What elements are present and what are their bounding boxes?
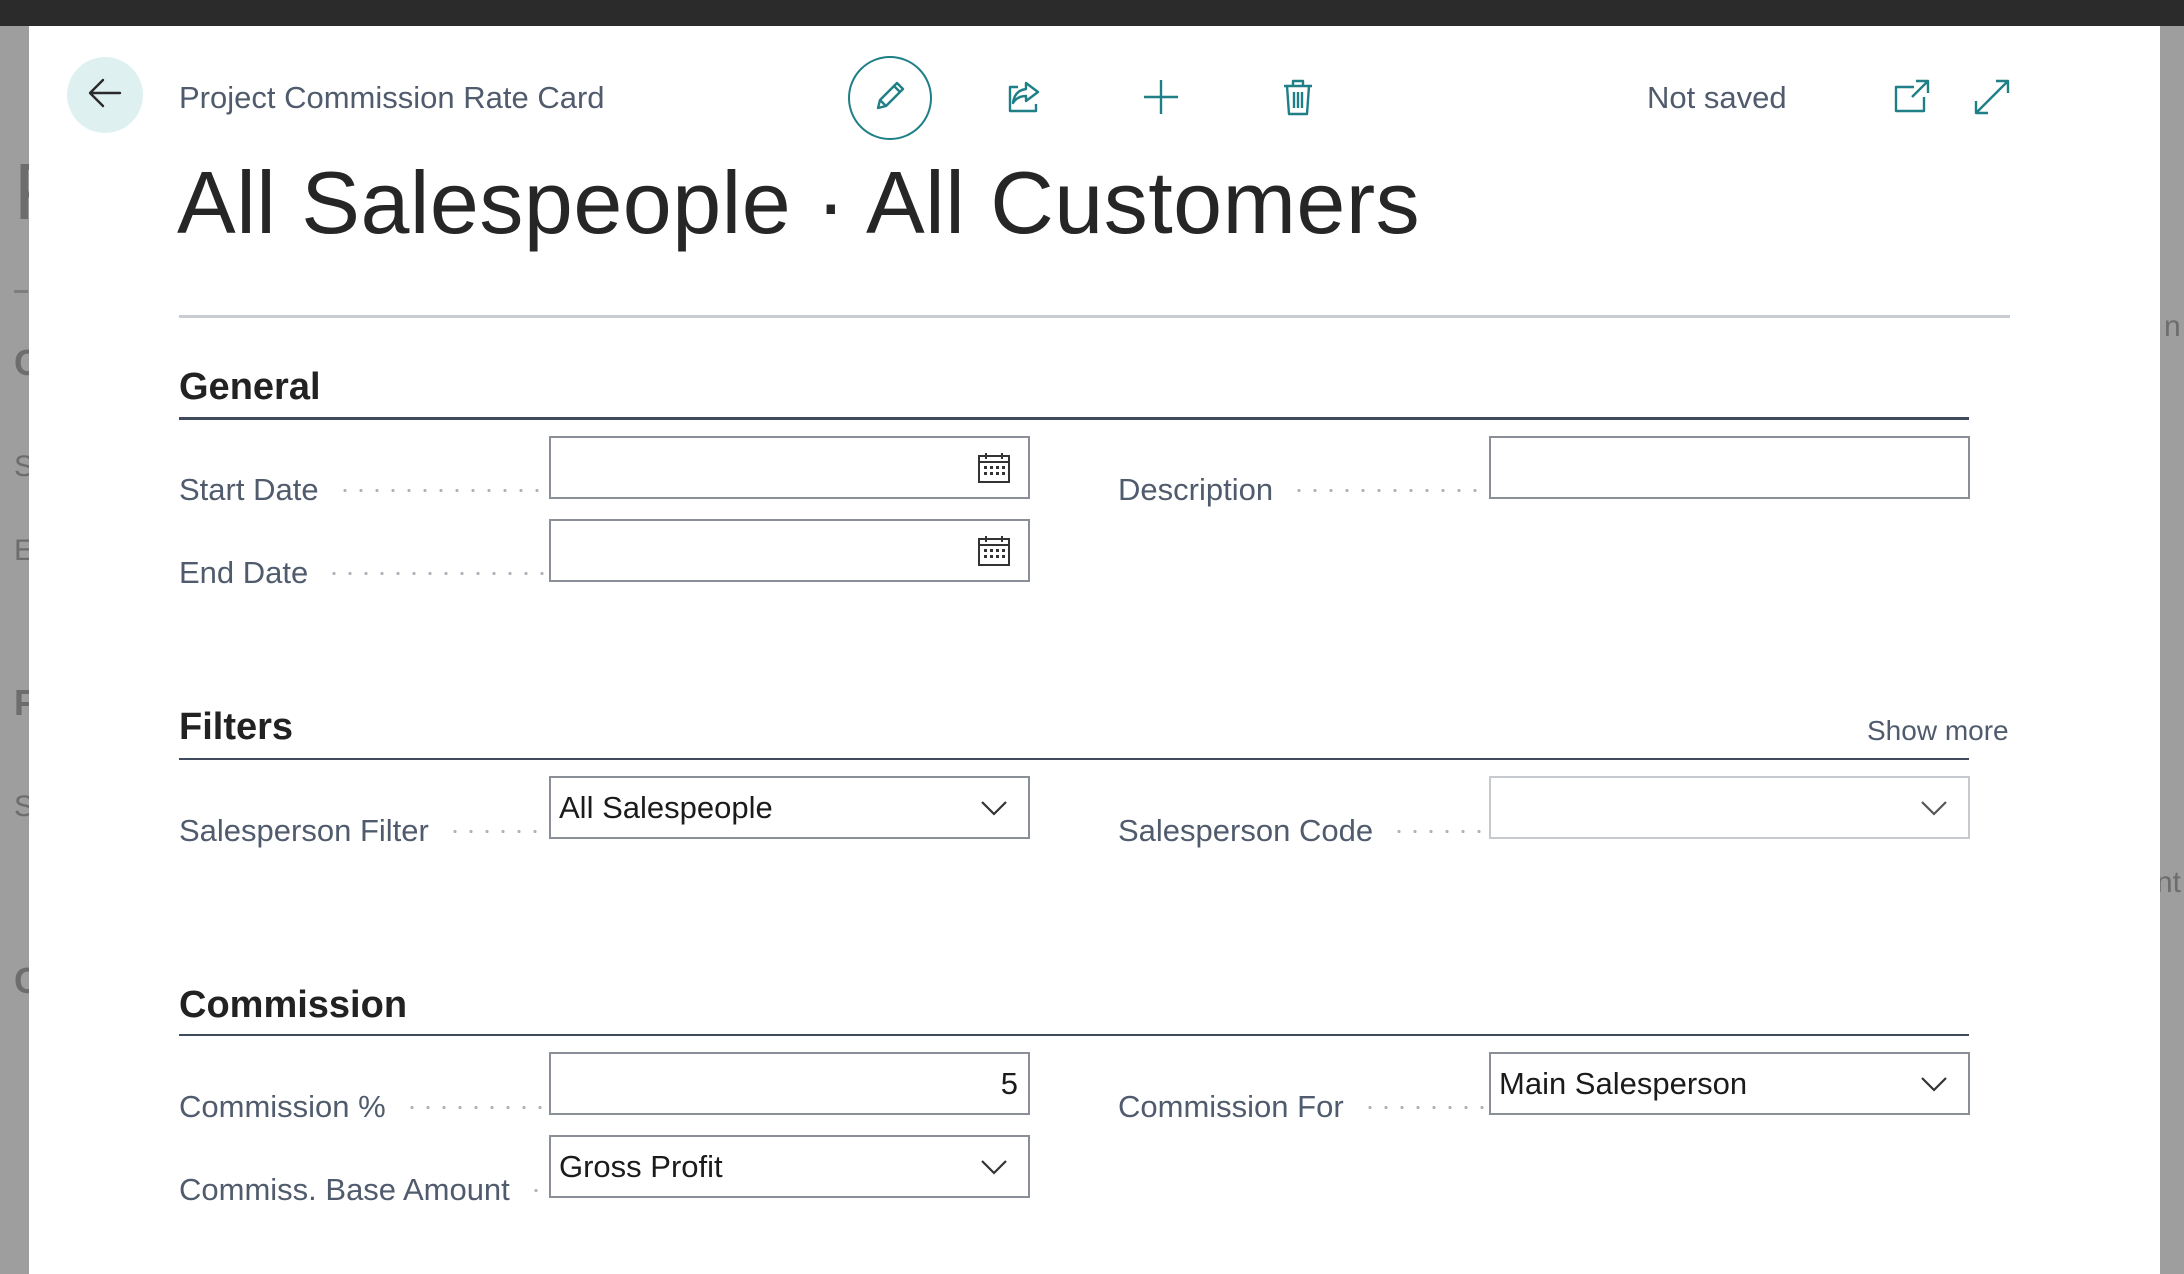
expand-icon (1972, 77, 2012, 122)
open-in-new-window-button[interactable] (1891, 78, 1933, 120)
salesperson-filter-label: Salesperson Filter (179, 813, 565, 849)
section-general-divider (179, 417, 1969, 420)
label-leader-dots (446, 829, 561, 833)
commission-pct-label: Commission % (179, 1089, 565, 1125)
description-label-text: Description (1118, 472, 1274, 507)
label-leader-dots (326, 571, 561, 575)
browser-top-bar (0, 0, 2184, 26)
save-status: Not saved (1647, 80, 1787, 115)
commission-for-select[interactable]: Main Salesperson (1489, 1052, 1970, 1115)
card-dialog: Project Commission Rate Card Not saved A… (29, 26, 2160, 1274)
section-commission-title[interactable]: Commission (179, 984, 407, 1027)
commission-for-label: Commission For (1118, 1089, 1503, 1125)
background-divider (14, 290, 28, 293)
expand-button[interactable] (1971, 78, 2013, 120)
back-button[interactable] (67, 57, 143, 133)
start-date-input[interactable] (549, 436, 1030, 499)
end-date-input[interactable] (549, 519, 1030, 582)
commission-base-amount-value: Gross Profit (559, 1148, 723, 1184)
description-input[interactable] (1489, 436, 1970, 499)
share-icon (1004, 77, 1044, 122)
start-date-label-text: Start Date (179, 472, 319, 507)
new-button[interactable] (1140, 78, 1182, 120)
calendar-icon[interactable] (974, 448, 1014, 488)
commission-for-label-text: Commission For (1118, 1089, 1344, 1124)
salesperson-filter-value: All Salespeople (559, 789, 773, 825)
commission-pct-label-text: Commission % (179, 1089, 386, 1124)
trash-icon (1278, 77, 1318, 122)
start-date-label: Start Date (179, 472, 565, 508)
commission-base-amount-select[interactable]: Gross Profit (549, 1135, 1030, 1198)
section-filters-divider (179, 758, 1969, 760)
page-caption: Project Commission Rate Card (179, 80, 605, 115)
salesperson-code-label-text: Salesperson Code (1118, 813, 1374, 848)
section-filters-title[interactable]: Filters (179, 706, 293, 749)
delete-button[interactable] (1277, 78, 1319, 120)
show-more-link[interactable]: Show more (1867, 715, 2009, 747)
label-leader-dots (1291, 488, 1499, 492)
commission-pct-input[interactable]: 5 (549, 1052, 1030, 1115)
label-leader-dots (1361, 1105, 1499, 1109)
plus-icon (1141, 77, 1181, 122)
description-label: Description (1118, 472, 1503, 508)
background-text-fragment: n (2164, 310, 2181, 343)
commission-base-amount-label-text: Commiss. Base Amount (179, 1172, 510, 1207)
label-leader-dots (1391, 829, 1499, 833)
label-leader-dots (403, 1105, 561, 1109)
calendar-icon[interactable] (974, 531, 1014, 571)
label-leader-dots (336, 488, 561, 492)
chevron-down-icon (974, 1147, 1014, 1187)
chevron-down-icon (1914, 1064, 1954, 1104)
edit-button[interactable] (848, 56, 932, 140)
end-date-label-text: End Date (179, 555, 309, 590)
open-in-new-window-icon (1892, 77, 1932, 122)
share-button[interactable] (1003, 78, 1045, 120)
end-date-label: End Date (179, 555, 565, 591)
arrow-left-icon (86, 74, 124, 117)
salesperson-code-select[interactable] (1489, 776, 1970, 839)
section-general-title[interactable]: General (179, 366, 321, 409)
commission-for-value: Main Salesperson (1499, 1065, 1748, 1101)
title-divider (179, 315, 2010, 318)
chevron-down-icon (1914, 788, 1954, 828)
section-commission-divider (179, 1034, 1969, 1036)
salesperson-filter-label-text: Salesperson Filter (179, 813, 429, 848)
salesperson-code-label: Salesperson Code (1118, 813, 1503, 849)
pencil-icon (870, 76, 910, 121)
commission-pct-value: 5 (1000, 1065, 1018, 1101)
salesperson-filter-select[interactable]: All Salespeople (549, 776, 1030, 839)
page-title: All Salespeople · All Customers (177, 153, 1421, 252)
commission-base-amount-label: Commiss. Base Amount (179, 1172, 565, 1208)
chevron-down-icon (974, 788, 1014, 828)
